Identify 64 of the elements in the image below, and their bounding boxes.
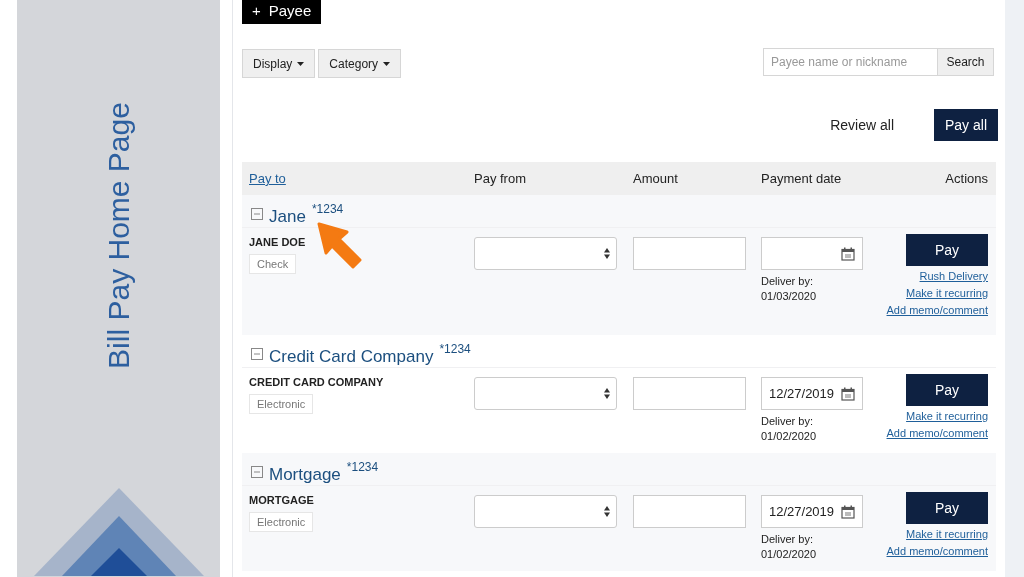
up-down-arrows-icon	[604, 388, 610, 399]
deliver-by-label: Deliver by:	[761, 532, 814, 546]
deliver-by-label: Deliver by:	[761, 274, 814, 288]
action-link[interactable]: Add memo/comment	[886, 426, 988, 440]
calendar-icon[interactable]	[841, 246, 855, 261]
action-link[interactable]: Make it recurring	[906, 409, 988, 423]
deliver-by-date: 01/02/2020	[761, 429, 818, 443]
up-down-arrows-icon	[604, 506, 610, 517]
account-select[interactable]	[474, 495, 617, 528]
payee-full-name: JANE DOE	[249, 235, 306, 250]
add-payee-button[interactable]: + Payee	[242, 0, 322, 24]
account-select[interactable]	[474, 237, 617, 270]
collapse-icon[interactable]	[251, 348, 263, 360]
collapse-icon[interactable]	[251, 466, 263, 478]
amount-field[interactable]	[633, 377, 746, 410]
date-value: 12/27/2019	[769, 384, 835, 403]
caret-icon	[383, 61, 391, 66]
deliver-by-date: 01/02/2020	[761, 547, 818, 561]
column-header: Actions	[944, 169, 988, 188]
date-value: 12/27/2019	[769, 502, 835, 521]
action-link[interactable]: Make it recurring	[906, 286, 988, 300]
column-header-link[interactable]: Pay to	[249, 168, 474, 189]
action-link[interactable]: Add memo/comment	[886, 544, 988, 558]
action-link[interactable]: Make it recurring	[906, 527, 988, 541]
payment-method-tag: Electronic	[249, 511, 314, 532]
calendar-icon[interactable]	[841, 386, 855, 401]
pay-button[interactable]: Pay	[906, 234, 988, 266]
calendar-icon[interactable]	[841, 504, 855, 519]
pay-button[interactable]: Pay	[906, 374, 988, 406]
review-all-button[interactable]: Review all	[830, 114, 894, 136]
account-number: *1234	[346, 459, 379, 476]
filter-dropdown[interactable]: Display	[242, 49, 316, 78]
account-select[interactable]	[474, 377, 617, 410]
action-link[interactable]: Rush Delivery	[919, 269, 988, 283]
search-button[interactable]: Search	[938, 47, 994, 76]
collapse-icon[interactable]	[251, 208, 263, 220]
payment-method-tag: Electronic	[249, 393, 314, 414]
amount-field[interactable]	[633, 495, 746, 528]
pay-all-button[interactable]: Pay all	[934, 109, 998, 141]
search-field[interactable]: Payee name or nickname	[763, 47, 938, 76]
filter-dropdown[interactable]: Category	[318, 49, 402, 78]
payee-name-link[interactable]: Mortgage	[269, 462, 341, 488]
payment-method-tag: Check	[249, 253, 297, 274]
action-link[interactable]: Add memo/comment	[886, 303, 988, 317]
sidebar-title: Bill Pay Home Page	[101, 101, 136, 369]
payee-name-link[interactable]: Jane	[269, 204, 306, 230]
date-field[interactable]: 12/27/2019	[761, 495, 863, 528]
cursor-arrow-icon	[317, 222, 363, 270]
column-header: Amount	[633, 169, 679, 188]
date-field[interactable]: 12/27/2019	[761, 377, 863, 410]
amount-field[interactable]	[633, 237, 746, 270]
deliver-by-label: Deliver by:	[761, 414, 814, 428]
up-down-arrows-icon	[604, 248, 610, 259]
deliver-by-date: 01/03/2020	[761, 289, 818, 303]
pay-button[interactable]: Pay	[906, 492, 988, 524]
column-header: Pay from	[474, 169, 527, 188]
account-number: *1234	[439, 341, 471, 358]
column-header: Payment date	[761, 169, 843, 188]
payee-full-name: CREDIT CARD COMPANY	[249, 375, 384, 390]
account-number: *1234	[311, 201, 344, 218]
payee-name-link[interactable]: Credit Card Company	[269, 344, 434, 370]
payee-full-name: MORTGAGE	[249, 493, 314, 508]
caret-icon	[297, 61, 305, 66]
date-field[interactable]	[761, 237, 863, 270]
